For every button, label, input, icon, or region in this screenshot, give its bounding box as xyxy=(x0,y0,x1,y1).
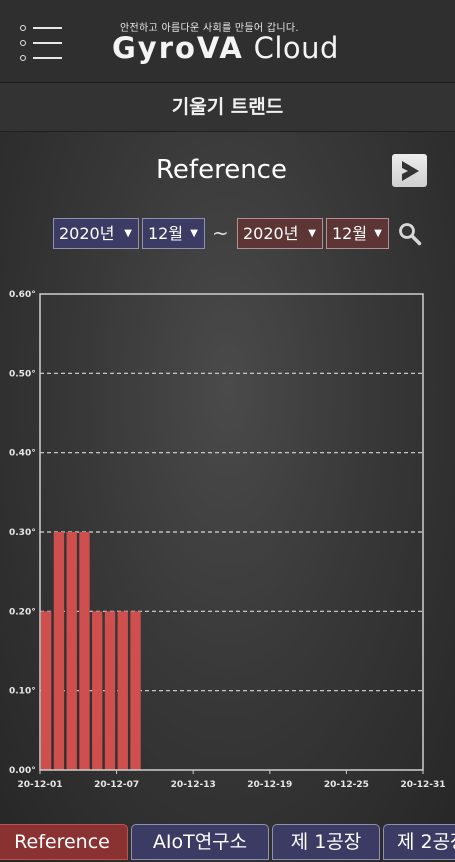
next-site-button[interactable] xyxy=(392,154,427,187)
x-tick-label: 20-12-13 xyxy=(171,780,216,790)
y-tick-label: 0.30° xyxy=(9,528,36,538)
hamburger-menu-icon[interactable] xyxy=(20,25,62,63)
x-tick-label: 20-12-07 xyxy=(94,780,139,790)
caret-down-icon: ▼ xyxy=(124,228,132,239)
chevron-right-icon xyxy=(402,161,419,181)
bar xyxy=(130,611,141,770)
search-icon[interactable] xyxy=(398,222,422,246)
x-tick-label: 20-12-31 xyxy=(400,780,445,790)
bar xyxy=(92,611,103,770)
bar xyxy=(117,611,128,770)
y-tick-label: 0.50° xyxy=(9,369,36,379)
bar xyxy=(66,532,77,770)
to-month-value: 12월 xyxy=(332,224,368,243)
to-year-select[interactable]: 2020년 ▼ xyxy=(237,218,323,249)
tab-aiot-lab[interactable]: AIoT연구소 xyxy=(131,824,269,860)
from-month-select[interactable]: 12월 ▼ xyxy=(142,218,205,249)
tab-factory-1[interactable]: 제 1공장 xyxy=(272,824,380,860)
to-month-select[interactable]: 12월 ▼ xyxy=(326,218,389,249)
bar xyxy=(41,611,52,770)
caret-down-icon: ▼ xyxy=(308,228,316,239)
x-tick-label: 20-12-19 xyxy=(247,780,292,790)
caret-down-icon: ▼ xyxy=(190,228,198,239)
y-tick-label: 0.10° xyxy=(9,687,36,697)
from-year-value: 2020년 xyxy=(59,224,115,243)
page-subtitle: 기울기 트랜드 xyxy=(0,83,455,132)
range-separator: ~ xyxy=(212,221,229,245)
tilt-trend-chart: 0.00° 0.10° 0.20° 0.30° 0.40° 0.50° 0.60° 20-12… xyxy=(0,280,455,800)
x-tick-label: 20-12-01 xyxy=(17,780,62,790)
bar xyxy=(79,532,90,770)
app-header: 안전하고 아름다운 사회를 만들어 갑니다. GyroVA Cloud xyxy=(0,0,455,83)
tab-factory-2[interactable]: 제 2공장 xyxy=(383,824,455,860)
bar xyxy=(104,611,116,770)
logo-bold: GyroVA xyxy=(112,31,244,65)
tab-reference[interactable]: Reference xyxy=(0,824,128,860)
y-tick-label: 0.20° xyxy=(9,607,36,617)
y-tick-label: 0.00° xyxy=(9,766,36,776)
app-logo[interactable]: GyroVA Cloud xyxy=(112,31,339,65)
x-tick-label: 20-12-25 xyxy=(324,780,369,790)
y-tick-label: 0.40° xyxy=(9,449,36,459)
y-tick-label: 0.60° xyxy=(9,290,36,300)
site-title: Reference xyxy=(156,155,287,185)
from-month-value: 12월 xyxy=(148,224,184,243)
site-tabs: Reference AIoT연구소 제 1공장 제 2공장 xyxy=(0,824,455,862)
to-year-value: 2020년 xyxy=(243,224,299,243)
caret-down-icon: ▼ xyxy=(374,228,382,239)
chart-svg: 0.00° 0.10° 0.20° 0.30° 0.40° 0.50° 0.60° 20-12… xyxy=(9,290,446,790)
logo-light: Cloud xyxy=(253,31,339,65)
bar xyxy=(53,532,65,770)
from-year-select[interactable]: 2020년 ▼ xyxy=(53,218,139,249)
